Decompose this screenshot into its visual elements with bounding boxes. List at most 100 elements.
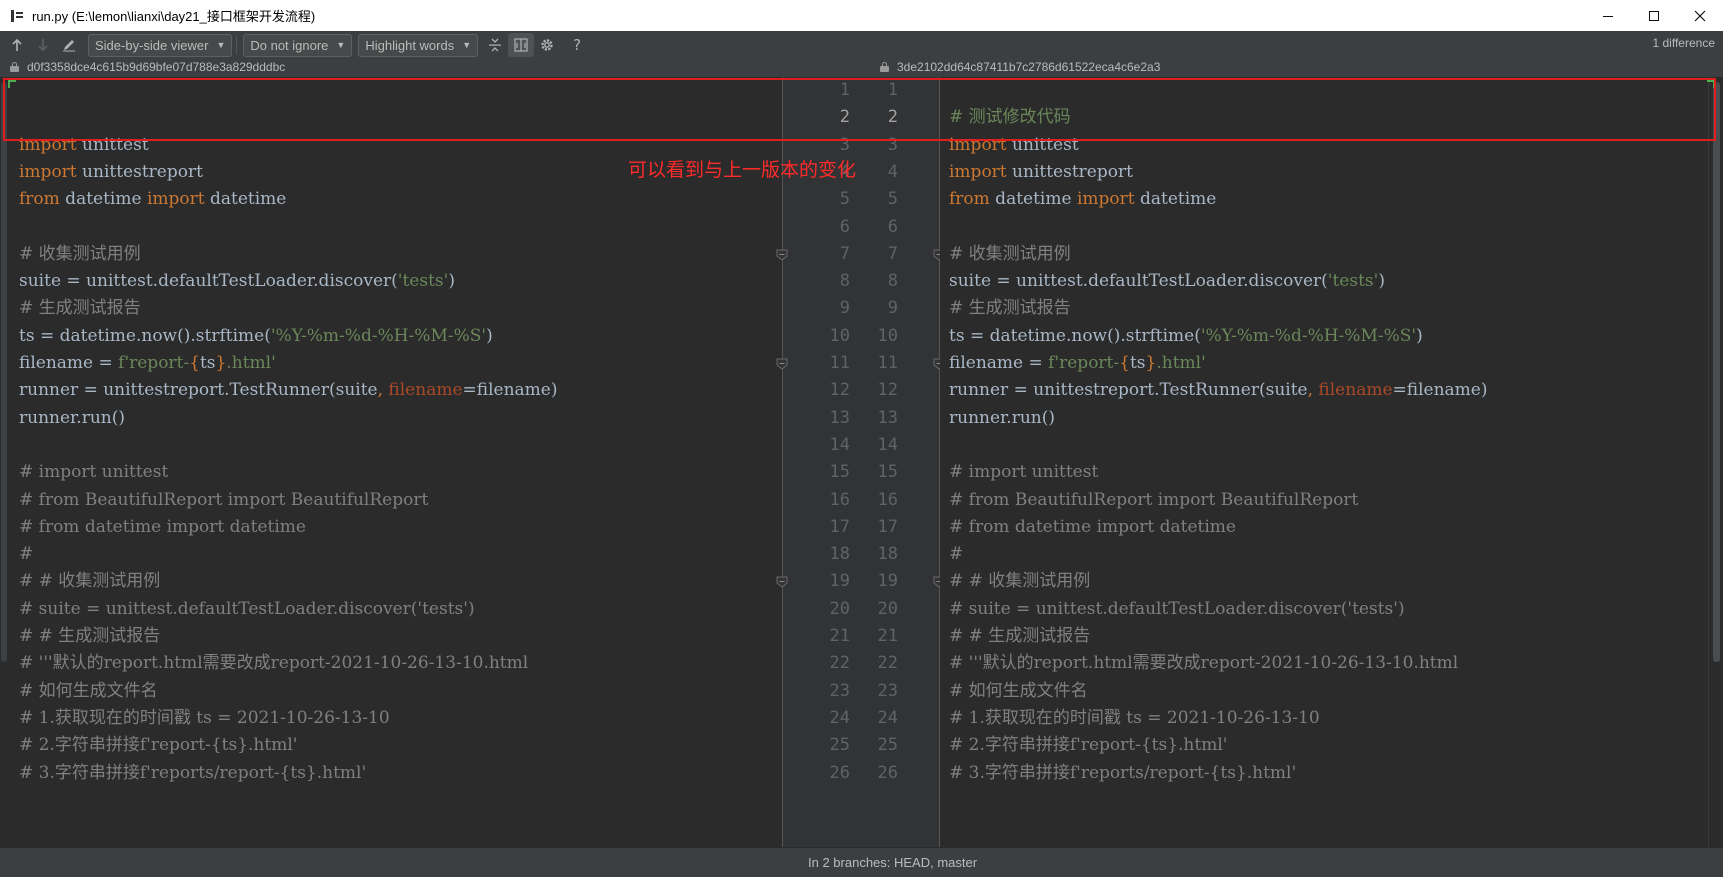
code-line[interactable]: # 生成测试报告 [949,293,1071,323]
code-line[interactable]: ts = datetime.now().strftime('%Y-%m-%d-%… [19,321,493,351]
left-line-number[interactable]: 23 [810,676,850,706]
code-line[interactable]: # 收集测试用例 [949,239,1071,269]
code-line[interactable]: # 生成测试报告 [19,293,141,323]
code-line[interactable]: # 2.字符串拼接f'report-{ts}.html' [949,730,1227,760]
right-line-number[interactable]: 9 [858,293,898,323]
right-line-number[interactable]: 8 [858,266,898,296]
left-line-number[interactable]: 9 [810,293,850,323]
right-line-number[interactable]: 18 [858,539,898,569]
code-line[interactable]: import unittestreport [949,157,1133,187]
left-line-number[interactable]: 21 [810,621,850,651]
left-line-number[interactable]: 24 [810,703,850,733]
code-line[interactable]: # 1.获取现在的时间戳 ts = 2021-10-26-13-10 [949,703,1320,733]
code-line[interactable]: suite = unittest.defaultTestLoader.disco… [949,266,1385,296]
left-line-number[interactable]: 19 [810,566,850,596]
next-difference-icon[interactable] [30,33,56,57]
minimize-icon[interactable] [1585,0,1631,31]
code-line[interactable]: filename = f'report-{ts}.html' [949,348,1206,378]
code-line[interactable]: # 3.字符串拼接f'reports/report-{ts}.html' [19,758,366,788]
edit-source-icon[interactable] [56,33,82,57]
right-line-number[interactable]: 10 [858,321,898,351]
previous-difference-icon[interactable] [4,33,30,57]
left-line-number[interactable]: 6 [810,212,850,242]
right-editor[interactable]: # 测试修改代码 import unittest import unittestre… [940,77,1708,847]
code-line[interactable]: # # 生成测试报告 [19,621,160,651]
code-line[interactable]: import unittestreport [19,157,203,187]
right-line-number[interactable]: 14 [858,430,898,460]
left-editor[interactable]: import unittest import unittestreport from… [0,77,782,847]
left-scrollbar[interactable] [0,77,8,847]
right-line-number[interactable]: 21 [858,621,898,651]
code-line[interactable]: runner.run() [19,403,125,433]
right-line-number[interactable]: 5 [858,184,898,214]
code-line[interactable]: # '''默认的report.html需要改成report-2021-10-26… [19,648,528,678]
left-line-number[interactable]: 7 [810,239,850,269]
left-line-number[interactable]: 15 [810,457,850,487]
right-scrollbar[interactable] [1708,77,1723,847]
viewer-mode-dropdown[interactable]: Side-by-side viewer ▼ [88,33,233,57]
left-line-number[interactable]: 5 [810,184,850,214]
right-line-number[interactable]: 19 [858,566,898,596]
left-line-number[interactable]: 14 [810,430,850,460]
fold-marker-icon[interactable] [776,576,788,589]
right-line-number[interactable]: 12 [858,375,898,405]
code-line[interactable]: # suite = unittest.defaultTestLoader.dis… [949,594,1405,624]
right-line-number[interactable]: 11 [858,348,898,378]
left-line-number[interactable]: 13 [810,403,850,433]
right-line-number[interactable]: 17 [858,512,898,542]
right-line-number[interactable]: 26 [858,758,898,788]
code-line[interactable]: # 1.获取现在的时间戳 ts = 2021-10-26-13-10 [19,703,390,733]
highlight-dropdown[interactable]: Highlight words ▼ [358,33,479,57]
help-icon[interactable]: ? [564,33,590,57]
right-line-number[interactable]: 13 [858,403,898,433]
left-line-number[interactable]: 16 [810,485,850,515]
fold-marker-icon[interactable] [776,249,788,261]
code-line[interactable]: # # 收集测试用例 [19,566,160,596]
left-line-number[interactable]: 26 [810,758,850,788]
left-line-number[interactable]: 12 [810,375,850,405]
code-line[interactable]: # [19,539,33,569]
maximize-icon[interactable] [1631,0,1677,31]
code-line[interactable]: # from datetime import datetime [949,512,1236,542]
right-line-number[interactable]: 4 [858,157,898,187]
left-line-number[interactable]: 10 [810,321,850,351]
left-line-number[interactable]: 20 [810,594,850,624]
right-line-number[interactable]: 15 [858,457,898,487]
close-icon[interactable] [1677,0,1723,31]
code-line[interactable]: # 如何生成文件名 [19,676,158,706]
code-line[interactable]: # import unittest [949,457,1098,487]
right-line-number[interactable]: 7 [858,239,898,269]
code-line[interactable]: # # 生成测试报告 [949,621,1090,651]
code-line[interactable]: # from BeautifulReport import BeautifulR… [949,485,1358,515]
code-line[interactable]: # [949,539,963,569]
code-line[interactable]: runner.run() [949,403,1055,433]
settings-gear-icon[interactable] [534,33,560,57]
code-line[interactable]: # from datetime import datetime [19,512,306,542]
code-line[interactable]: # from BeautifulReport import BeautifulR… [19,485,428,515]
left-line-number[interactable]: 25 [810,730,850,760]
code-line[interactable]: # 3.字符串拼接f'reports/report-{ts}.html' [949,758,1296,788]
right-line-number[interactable]: 24 [858,703,898,733]
left-line-number[interactable]: 8 [810,266,850,296]
right-line-number[interactable]: 20 [858,594,898,624]
code-line[interactable]: # 收集测试用例 [19,239,141,269]
code-line[interactable]: # 2.字符串拼接f'report-{ts}.html' [19,730,297,760]
sync-scroll-icon[interactable] [508,33,535,57]
code-line[interactable]: ts = datetime.now().strftime('%Y-%m-%d-%… [949,321,1423,351]
right-line-number[interactable]: 25 [858,730,898,760]
left-line-number[interactable]: 22 [810,648,850,678]
code-line[interactable]: from datetime import datetime [949,184,1216,214]
code-line[interactable]: # 如何生成文件名 [949,676,1088,706]
left-line-number[interactable]: 11 [810,348,850,378]
whitespace-dropdown[interactable]: Do not ignore ▼ [243,33,353,57]
code-line[interactable]: runner = unittestreport.TestRunner(suite… [949,375,1488,405]
code-line[interactable]: runner = unittestreport.TestRunner(suite… [19,375,558,405]
fold-marker-icon[interactable] [776,358,788,370]
left-line-number[interactable]: 18 [810,539,850,569]
code-line[interactable]: # suite = unittest.defaultTestLoader.dis… [19,594,475,624]
code-line[interactable]: # import unittest [19,457,168,487]
collapse-unchanged-icon[interactable] [482,33,508,57]
code-line[interactable]: # '''默认的report.html需要改成report-2021-10-26… [949,648,1458,678]
right-line-number[interactable]: 22 [858,648,898,678]
right-line-number[interactable]: 6 [858,212,898,242]
